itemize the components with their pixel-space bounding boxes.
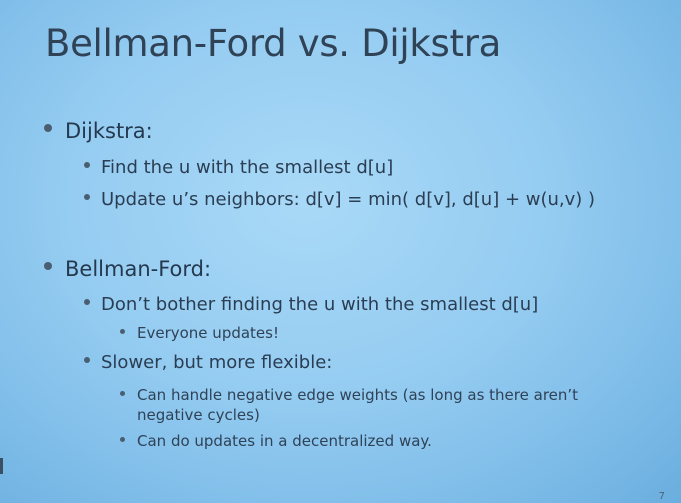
bullet-text: Slower, but more flexible: bbox=[101, 352, 333, 373]
section-heading-dijkstra: Dijkstra: bbox=[44, 119, 153, 143]
bullet-icon bbox=[120, 437, 125, 442]
slide: Bellman-Ford vs. Dijkstra Dijkstra: Find… bbox=[0, 0, 681, 503]
edge-mark bbox=[0, 458, 3, 474]
bullet-icon bbox=[44, 124, 52, 132]
bullet-text: Find the u with the smallest d[u] bbox=[101, 157, 394, 178]
bullet-icon bbox=[84, 357, 90, 363]
section-heading-text: Bellman-Ford: bbox=[65, 257, 212, 281]
bullet-icon bbox=[120, 329, 125, 334]
bullet-icon bbox=[120, 391, 125, 396]
bullet-text: Update u’s neighbors: d[v] = min( d[v], … bbox=[101, 189, 596, 210]
slide-title: Bellman-Ford vs. Dijkstra bbox=[45, 22, 501, 65]
sub-bullet-text: Everyone updates! bbox=[137, 324, 279, 342]
bullet-icon bbox=[84, 194, 90, 200]
bullet-item: Slower, but more flexible: bbox=[84, 352, 332, 373]
page-number: 7 bbox=[658, 491, 665, 502]
bullet-text: Don’t bother finding the u with the smal… bbox=[101, 294, 539, 315]
sub-bullet-item: Can handle negative edge weights (as lon… bbox=[120, 385, 640, 425]
bullet-item: Find the u with the smallest d[u] bbox=[84, 157, 393, 178]
section-heading-bellman-ford: Bellman-Ford: bbox=[44, 257, 211, 281]
bullet-item: Update u’s neighbors: d[v] = min( d[v], … bbox=[84, 189, 595, 210]
sub-bullet-text: Can do updates in a decentralized way. bbox=[137, 432, 432, 450]
sub-bullet-item: Can do updates in a decentralized way. bbox=[120, 432, 432, 450]
bullet-item: Don’t bother finding the u with the smal… bbox=[84, 294, 538, 315]
sub-bullet-item: Everyone updates! bbox=[120, 324, 279, 342]
bullet-icon bbox=[84, 299, 90, 305]
section-heading-text: Dijkstra: bbox=[65, 119, 153, 143]
sub-bullet-text: Can handle negative edge weights (as lon… bbox=[137, 386, 579, 424]
bullet-icon bbox=[44, 262, 52, 270]
bullet-icon bbox=[84, 162, 90, 168]
